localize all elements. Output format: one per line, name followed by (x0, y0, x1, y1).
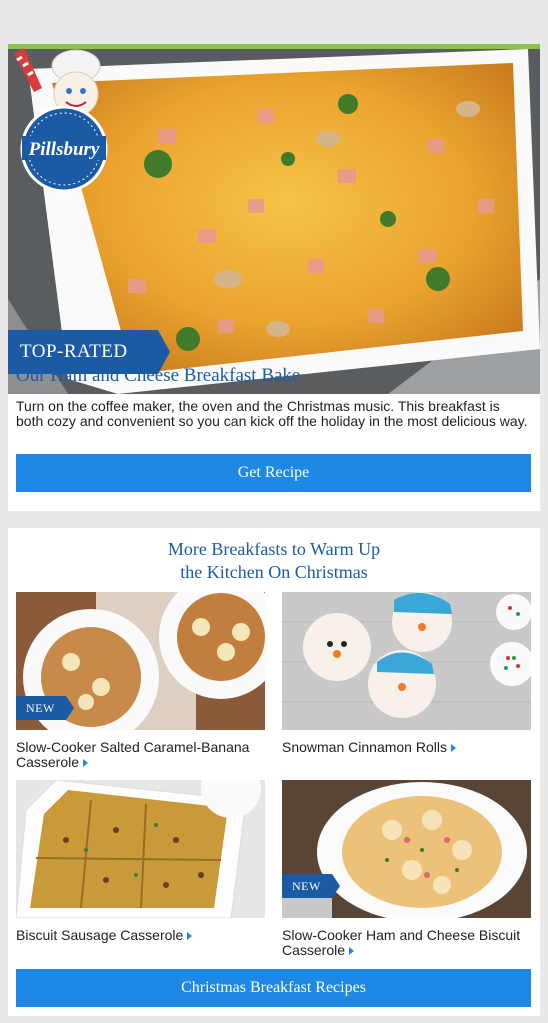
section-title-line1: More Breakfasts to Warm Up (167, 539, 381, 559)
new-badge: NEW (16, 696, 76, 720)
recipe-tile-title[interactable]: Slow-Cooker Salted Caramel-Banana Casser… (16, 739, 249, 770)
featured-recipe-title[interactable]: Our Ham and Cheese Breakfast Bake (16, 365, 300, 387)
snowman-cinnamon-rolls-image[interactable] (282, 592, 531, 730)
arrow-right-icon (83, 759, 89, 768)
recipe-tile[interactable]: NEW Slow-Cooker Salted Caramel-Banana Ca… (16, 592, 265, 770)
arrow-right-icon (187, 932, 193, 941)
ham-cheese-biscuit-casserole-image[interactable]: NEW (282, 780, 531, 918)
recipe-tile-title[interactable]: Snowman Cinnamon Rolls (282, 739, 447, 755)
recipe-tile-caption[interactable]: Snowman Cinnamon Rolls (282, 740, 531, 755)
featured-recipe-description: Turn on the coffee maker, the oven and t… (16, 398, 528, 429)
biscuit-sausage-casserole-image[interactable] (16, 780, 265, 918)
section-title-line2: the Kitchen On Christmas (180, 562, 368, 582)
new-badge-label: NEW (26, 701, 55, 715)
recipe-tile[interactable]: Snowman Cinnamon Rolls (282, 592, 531, 755)
arrow-right-icon (349, 947, 355, 956)
christmas-breakfast-recipes-button[interactable]: Christmas Breakfast Recipes (16, 969, 531, 1007)
logo-wordmark: Pillsbury (28, 139, 100, 160)
recipe-tile-caption[interactable]: Slow-Cooker Salted Caramel-Banana Casser… (16, 740, 265, 770)
recipe-tile-title[interactable]: Slow-Cooker Ham and Cheese Biscuit Casse… (282, 927, 520, 958)
new-badge-label: NEW (292, 879, 321, 893)
get-recipe-button[interactable]: Get Recipe (16, 454, 531, 492)
recipe-tile[interactable]: NEW Slow-Cooker Ham and Cheese Biscuit C… (282, 780, 531, 958)
banana-casserole-image[interactable]: NEW (16, 592, 265, 730)
recipe-tile-caption[interactable]: Slow-Cooker Ham and Cheese Biscuit Casse… (282, 928, 531, 958)
new-badge: NEW (282, 874, 342, 898)
recipe-tile-title[interactable]: Biscuit Sausage Casserole (16, 927, 183, 943)
arrow-right-icon (450, 744, 456, 753)
recipe-tile[interactable]: Biscuit Sausage Casserole (16, 780, 265, 943)
more-breakfasts-section: More Breakfasts to Warm Up the Kitchen O… (8, 528, 540, 1016)
featured-recipe-card: Pillsbury TOP-RATED Our Ham and Cheese B… (8, 44, 540, 511)
section-title: More Breakfasts to Warm Up the Kitchen O… (8, 538, 540, 584)
pillsbury-logo[interactable]: Pillsbury (14, 48, 122, 208)
top-rated-label: TOP-RATED (20, 341, 128, 362)
recipe-tile-caption[interactable]: Biscuit Sausage Casserole (16, 928, 265, 943)
